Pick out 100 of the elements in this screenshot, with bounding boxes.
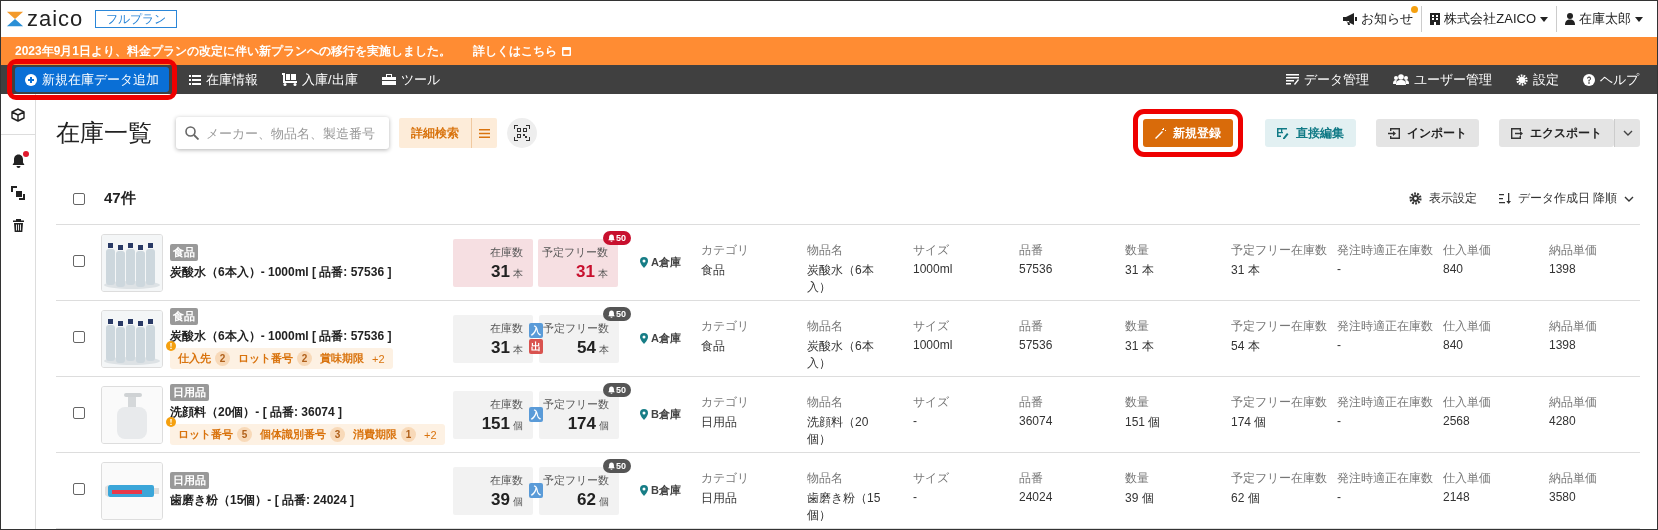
pin-icon (640, 333, 648, 345)
alert-badge: 50 (603, 306, 631, 321)
category-tag: 食品 (170, 308, 198, 326)
nav-menu-item[interactable]: 在庫情報 (177, 70, 270, 89)
warning-icon (166, 341, 176, 352)
action-button[interactable]: エクスポート (1499, 119, 1614, 148)
field-value: 24024 (1019, 490, 1054, 505)
field-label: カテゴリ (701, 242, 750, 260)
field-value: 炭酸水（6本入） (807, 262, 875, 297)
cube-icon[interactable] (11, 108, 25, 122)
sort-icon (1498, 193, 1511, 205)
cart-icon (282, 73, 297, 86)
stock-label: 予定フリー数 (542, 244, 608, 260)
field-label: 品番 (1019, 242, 1044, 260)
toolbox-icon (381, 74, 396, 85)
field-label: カテゴリ (701, 318, 750, 336)
help-icon (1583, 73, 1595, 86)
field-value: 1398 (1549, 338, 1577, 353)
dropdown-button[interactable] (1614, 119, 1640, 148)
field-label: 数量 (1125, 242, 1150, 260)
field-value: 1000ml (913, 338, 954, 353)
plan-badge: フルプラン (95, 10, 178, 28)
stock-label: 予定フリー数 (543, 472, 609, 488)
field-label: サイズ (913, 394, 950, 412)
field-label: 納品単価 (1549, 394, 1598, 412)
logo-icon (6, 10, 24, 28)
nav-menu-item[interactable]: 設定 (1504, 70, 1571, 89)
qr-scan-icon (514, 125, 530, 142)
nav-menu-item[interactable]: ツール (369, 70, 452, 89)
checkbox[interactable] (73, 192, 85, 205)
bell-icon (608, 461, 615, 470)
field-label: サイズ (913, 470, 950, 488)
field-value: 4280 (1549, 414, 1577, 429)
stock-label: 在庫数 (490, 396, 523, 412)
field-label: 物品名 (807, 394, 844, 412)
item-name: 炭酸水（6本入）- 1000ml [ 品番: 57536 ] (170, 328, 392, 346)
io-tag[interactable]: 出 (529, 339, 543, 355)
bell-icon (608, 309, 615, 318)
field-label: 予定フリー在庫数 (1231, 394, 1328, 412)
more-count: +2 (424, 428, 437, 441)
nav-menu-item[interactable]: データ管理 (1274, 70, 1381, 89)
field-value: 31 本 (1125, 338, 1155, 356)
location: A倉庫 (629, 331, 701, 347)
action-button[interactable]: インポート (1376, 119, 1479, 148)
stock-label: 在庫数 (490, 244, 523, 260)
checkbox[interactable] (73, 407, 85, 420)
field-value: 36074 (1019, 414, 1054, 429)
alert-badge: 50 (603, 230, 631, 245)
field-value: 洗顔料（20個） (807, 414, 870, 449)
menu-icon (479, 128, 490, 138)
pin-icon (640, 409, 648, 421)
warning-label: 賞味期限 (320, 351, 364, 367)
scan-button[interactable] (507, 118, 537, 149)
display-settings-button[interactable]: 表示設定 (1408, 190, 1477, 208)
field-value: - (1337, 338, 1342, 353)
item-count: 47件 (104, 189, 136, 209)
sort-menu[interactable]: データ作成日 降順 (1498, 190, 1634, 208)
transfer-icon[interactable] (11, 186, 25, 200)
location: B倉庫 (629, 407, 701, 423)
field-label: 仕入単価 (1443, 470, 1492, 488)
external-link-icon (562, 46, 572, 56)
checkbox[interactable] (73, 255, 85, 268)
count-badge: 2 (297, 351, 312, 367)
announcement-text: 2023年9月1日より、料金プランの改定に伴い新プランへの移行を実施しました。 (15, 42, 452, 60)
bell-icon[interactable] (11, 154, 25, 168)
field-label: カテゴリ (701, 470, 750, 488)
company-menu[interactable]: 株式会社ZAICO (1422, 6, 1556, 32)
nav-menu-item[interactable]: ヘルプ (1571, 70, 1651, 89)
field-value: 1398 (1549, 262, 1577, 277)
action-button[interactable]: 直接編集 (1265, 119, 1356, 148)
stock-value: 31 (491, 337, 510, 357)
chevron-down-icon (1624, 195, 1634, 202)
unit-label: 個 (513, 419, 523, 431)
field-label: 発注時適正在庫数 (1337, 470, 1434, 488)
field-value: 日用品 (701, 490, 738, 508)
checkbox[interactable] (73, 331, 85, 344)
plus-circle-icon (25, 73, 37, 86)
count-badge: 1 (401, 427, 416, 443)
page-title: 在庫一覧 (56, 118, 152, 149)
search-field[interactable]: メーカー、物品名、製造番号 (176, 117, 389, 150)
stock-value: 54 (577, 337, 596, 357)
field-value: - (1337, 490, 1342, 505)
alert-badge: 50 (603, 458, 631, 473)
field-value: 57536 (1019, 262, 1054, 277)
checkbox[interactable] (73, 483, 85, 495)
notification-link[interactable]: お知らせ (1335, 6, 1422, 32)
settings-icon (1408, 192, 1422, 206)
field-value: 日用品 (701, 414, 738, 432)
category-tag: 食品 (170, 244, 198, 262)
user-menu[interactable]: 在庫太郎 (1557, 6, 1651, 32)
alert-badge: 50 (603, 382, 631, 397)
nav-menu-item[interactable]: 入庫/出庫 (270, 70, 370, 89)
pin-icon (640, 485, 648, 496)
nav-menu-item[interactable]: ユーザー管理 (1381, 70, 1504, 89)
stock-label: 在庫数 (490, 472, 523, 488)
field-label: 数量 (1125, 318, 1150, 336)
field-value: 62 個 (1231, 490, 1261, 508)
trash-icon[interactable] (12, 218, 24, 232)
add-stock-button[interactable]: 新規在庫データ追加 (15, 67, 169, 92)
field-value: 31 本 (1231, 262, 1261, 280)
